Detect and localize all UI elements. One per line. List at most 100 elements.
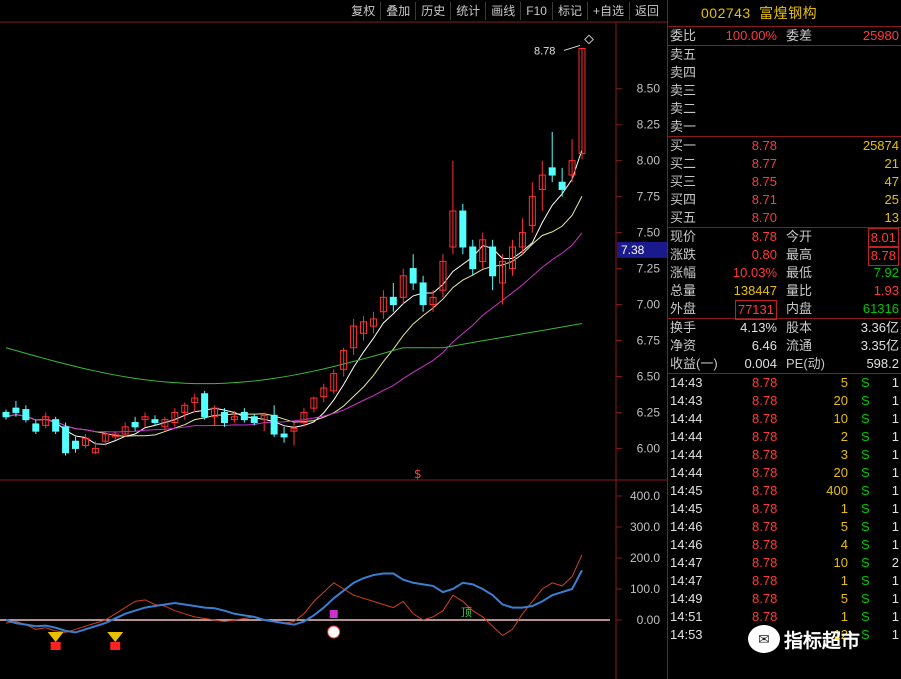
- buy-volume: 47: [884, 174, 899, 189]
- quote-label: 涨跌: [670, 247, 697, 262]
- tick-price: 8.78: [752, 591, 778, 606]
- quote-row: 现价 8.78 今开 8.01: [668, 228, 901, 248]
- tick-vol: 5: [840, 375, 848, 390]
- buy-price: 8.75: [751, 174, 777, 189]
- plus-circle-icon: [327, 625, 341, 639]
- tick-side: S: [861, 573, 870, 588]
- tick-row: 14:47 8.78 10 S 2: [668, 554, 901, 572]
- price-tick-label: 7.25: [637, 262, 661, 276]
- quote-row: 外盘 77131 内盘 61316: [668, 300, 901, 320]
- buy-price: 8.78: [751, 138, 777, 153]
- tick-row: 14:45 8.78 1 S 1: [668, 500, 901, 518]
- tick-list[interactable]: 14:43 8.78 5 S 1 14:43 8.78 20 S 1 14:44 8.78 10 S 1 14…: [668, 374, 901, 644]
- quote-value-2: 7.92: [873, 265, 899, 280]
- sell-label: 卖三: [670, 83, 697, 98]
- tick-time: 14:44: [670, 411, 703, 426]
- kline-chart-area[interactable]: 400.0 300.0 200.0 100.0 0.00 顶 $ 8.50 8.25 8.00…: [0, 0, 667, 679]
- candle-body: [409, 268, 417, 284]
- tick-vol: 20: [833, 393, 848, 408]
- quote-label-2: 今开: [786, 229, 813, 244]
- tick-vol: 2: [840, 429, 848, 444]
- tick-time: 14:51: [670, 609, 703, 624]
- tick-row: 14:46 8.78 5 S 1: [668, 518, 901, 536]
- signal-marker-top: 顶: [461, 606, 472, 619]
- toolbar-button-lishi[interactable]: 历史: [415, 2, 450, 20]
- tick-vol: 5: [840, 519, 848, 534]
- tick-time: 14:46: [670, 519, 703, 534]
- price-tick-label: 7.75: [637, 190, 661, 204]
- candle-body: [389, 296, 397, 306]
- price-tick-label: 8.00: [637, 154, 661, 168]
- indicator-tick-label: 400.0: [630, 489, 660, 503]
- tick-vol: 1: [840, 573, 848, 588]
- tick-n: 1: [891, 393, 899, 408]
- sell-orders: 卖五 卖四 卖三 卖二 卖一: [668, 46, 901, 136]
- candle-body: [419, 282, 427, 306]
- candle-body: [548, 167, 556, 176]
- tick-n: 1: [891, 501, 899, 516]
- tick-price: 8.78: [752, 465, 778, 480]
- buy-label: 买五: [670, 210, 697, 225]
- buy-label: 买三: [670, 174, 697, 189]
- quote-value-2: 8.78: [867, 246, 899, 266]
- current-price-tag: 7.38: [621, 243, 645, 257]
- tick-side: S: [861, 483, 870, 498]
- tick-side: S: [861, 393, 870, 408]
- buy-row: 买五 8.70 13: [668, 209, 901, 227]
- tick-time: 14:44: [670, 465, 703, 480]
- buy-row: 买三 8.75 47: [668, 173, 901, 191]
- quote-value: 8.78: [751, 229, 777, 244]
- kline-chart-svg[interactable]: 400.0 300.0 200.0 100.0 0.00 顶 $ 8.50 8.25 8.00…: [0, 0, 667, 679]
- tick-n: 2: [891, 555, 899, 570]
- fin-label: 换手: [670, 320, 697, 335]
- tick-time: 14:49: [670, 591, 703, 606]
- tick-side: S: [861, 429, 870, 444]
- buy-price: 8.77: [751, 156, 777, 171]
- candle-body: [131, 422, 139, 428]
- financial-stats: 换手 4.13% 股本 3.36亿 净资 6.46 流通 3.35亿 收益(一) 0.004 PE(…: [668, 319, 901, 373]
- toolbar-button-tongji[interactable]: 统计: [450, 2, 485, 20]
- toolbar-button-fuquan[interactable]: 复权: [346, 2, 380, 20]
- tick-vol: 400: [826, 483, 848, 498]
- buy-row: 买四 8.71 25: [668, 191, 901, 209]
- toolbar-button-fanhui[interactable]: 返回: [628, 2, 664, 20]
- toolbar-button-biaoji[interactable]: 标记: [551, 2, 587, 20]
- tick-price: 8.78: [752, 375, 778, 390]
- tick-time: 14:46: [670, 537, 703, 552]
- buy-label: 买一: [670, 138, 697, 153]
- toolbar-button-f10[interactable]: F10: [520, 2, 552, 20]
- fin-value: 6.46: [751, 338, 777, 353]
- tick-n: 1: [891, 447, 899, 462]
- tick-time: 14:44: [670, 429, 703, 444]
- tick-row: 14:43 8.78 5 S 1: [668, 374, 901, 392]
- tick-price: 8.78: [752, 537, 778, 552]
- candle-body: [62, 426, 70, 454]
- tick-time: 14:47: [670, 573, 703, 588]
- quote-value-2: 8.01: [867, 228, 899, 248]
- tick-price: 8.78: [752, 483, 778, 498]
- tick-time: 14:45: [670, 483, 703, 498]
- stock-header: 002743 富煌钢构: [668, 0, 901, 26]
- buy-row: 买二 8.77 21: [668, 155, 901, 173]
- toolbar-button-diejia[interactable]: 叠加: [380, 2, 415, 20]
- tick-row: 14:47 8.78 1 S 1: [668, 572, 901, 590]
- price-tick-label: 6.00: [637, 441, 661, 455]
- stock-name: 富煌钢构: [759, 5, 818, 21]
- candle-body: [22, 409, 30, 421]
- fin-value-2: 3.35亿: [860, 338, 899, 353]
- signal-marker-dollar: $: [414, 467, 422, 481]
- candle-body: [459, 210, 467, 248]
- weibi-value: 100.00%: [725, 28, 777, 43]
- tick-vol: 3: [840, 447, 848, 462]
- tick-side: S: [861, 375, 870, 390]
- tick-price: 8.78: [752, 393, 778, 408]
- buy-price: 8.70: [751, 210, 777, 225]
- buy-orders: 买一 8.78 25874 买二 8.77 21 买三 8.75 47 买四 8.71 25 买五 8.7…: [668, 137, 901, 227]
- tick-price: 8.78: [752, 519, 778, 534]
- toolbar-button-huaxian[interactable]: 画线: [485, 2, 520, 20]
- quote-row: 总量 138447 量比 1.93: [668, 282, 901, 300]
- fin-label-2: 股本: [786, 320, 813, 335]
- tick-time: 14:44: [670, 447, 703, 462]
- toolbar-button-zixuan[interactable]: +自选: [586, 2, 629, 20]
- tick-n: 1: [891, 537, 899, 552]
